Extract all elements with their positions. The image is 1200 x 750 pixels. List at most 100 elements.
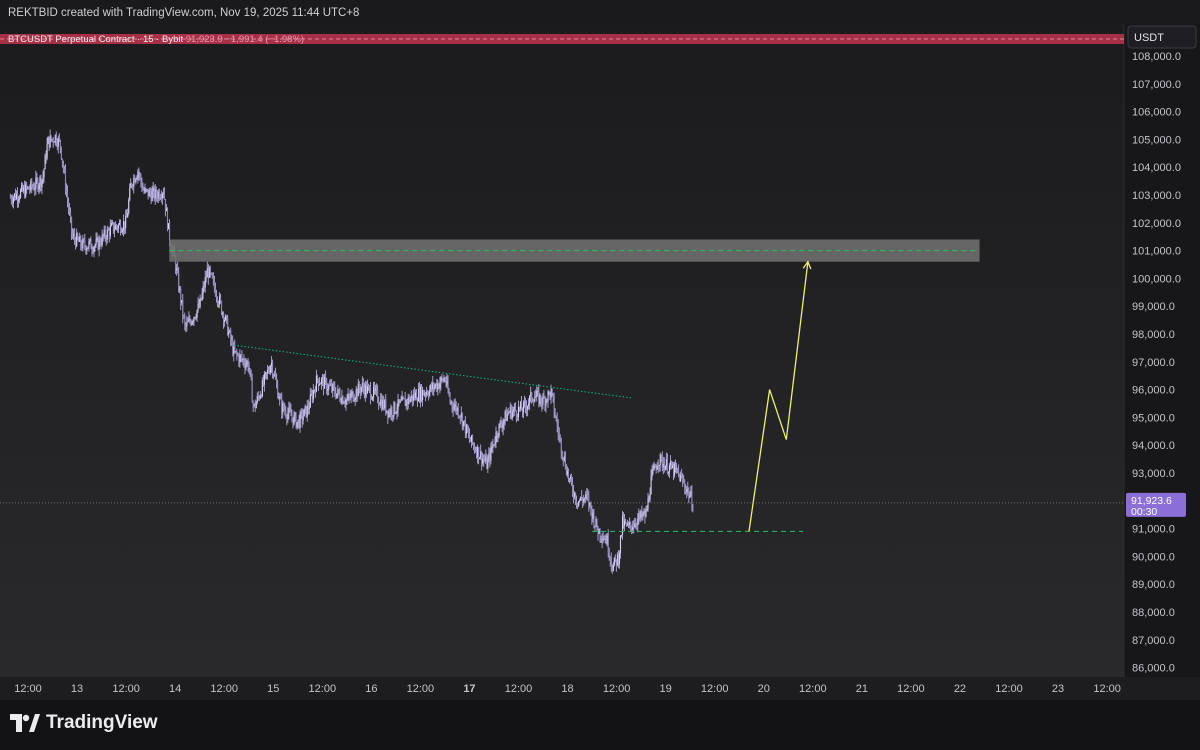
price-tick-label: 88,000.0 xyxy=(1132,607,1175,619)
candle-body xyxy=(388,411,390,417)
tradingview-logo[interactable]: TradingView xyxy=(10,712,158,734)
candle-body xyxy=(309,394,311,408)
candle-body xyxy=(680,474,682,482)
candle-body xyxy=(279,396,281,399)
candle-body xyxy=(285,411,287,417)
candle-body xyxy=(123,221,125,231)
candle-body xyxy=(208,267,210,278)
candle-body xyxy=(607,535,609,553)
candle-body xyxy=(409,398,411,403)
candle-body xyxy=(86,248,88,252)
candle-body xyxy=(616,554,618,566)
candle-body xyxy=(420,387,423,401)
candle-body xyxy=(536,391,538,397)
candle-body xyxy=(523,402,525,413)
candle-body xyxy=(692,507,694,510)
candle-body xyxy=(433,383,435,389)
candle-body xyxy=(355,389,357,399)
candle-body xyxy=(60,146,62,159)
candle-body xyxy=(333,384,335,388)
candle-body xyxy=(418,388,421,401)
candle-body xyxy=(95,239,97,246)
candle-body xyxy=(206,268,208,278)
credit-text: REKTBID created with TradingView.com, No… xyxy=(8,7,360,19)
candle-body xyxy=(465,424,467,434)
candle-body xyxy=(490,446,492,461)
candle-body xyxy=(562,457,564,461)
candle-body xyxy=(665,459,667,466)
candle-body xyxy=(81,245,83,249)
candle-body xyxy=(469,439,472,442)
candle-body xyxy=(248,368,250,370)
candle-body xyxy=(634,523,636,528)
candle-body xyxy=(289,407,291,411)
candle-body xyxy=(74,234,76,240)
candle-body xyxy=(24,187,26,197)
candle-body xyxy=(435,383,437,387)
candle-body xyxy=(298,419,300,428)
candle-body xyxy=(220,296,222,302)
candle-body xyxy=(548,391,550,393)
candle-body xyxy=(393,402,395,416)
candle-body xyxy=(62,163,64,170)
candle-body xyxy=(456,407,458,412)
candle-body xyxy=(513,406,515,410)
candle-body xyxy=(623,515,625,527)
candle-body xyxy=(639,513,641,518)
candle-body xyxy=(140,175,142,183)
candle-body xyxy=(554,412,556,417)
candle-body xyxy=(88,241,90,248)
candle-body xyxy=(278,397,280,399)
candle-body xyxy=(503,419,505,424)
candle-body xyxy=(283,403,285,410)
candle-body xyxy=(414,392,416,398)
candle-body xyxy=(125,215,127,229)
candle-body xyxy=(312,390,314,400)
candle-body xyxy=(255,402,257,409)
candle-body xyxy=(185,324,187,327)
candle-body xyxy=(544,397,546,406)
candle-body xyxy=(202,285,204,293)
price-tick-label: 96,000.0 xyxy=(1132,385,1175,397)
candle-body xyxy=(92,250,94,252)
legend-price: 91,923.9 −1,991.4 (−1.98%) xyxy=(186,34,304,45)
candle-body xyxy=(373,386,375,398)
candle-body xyxy=(66,192,69,201)
candle-body xyxy=(84,240,86,247)
candle-body xyxy=(160,197,162,199)
candle-body xyxy=(441,377,443,379)
candle-body xyxy=(507,412,509,414)
candle-body xyxy=(618,553,621,564)
candle-body xyxy=(592,512,594,520)
candle-body xyxy=(304,406,306,409)
candle-body xyxy=(113,229,116,232)
candle-body xyxy=(405,400,407,406)
candle-body xyxy=(660,454,662,458)
candle-body xyxy=(583,499,585,503)
candle-body xyxy=(228,331,230,335)
candle-body xyxy=(190,321,192,325)
logo-text: TradingView xyxy=(46,712,158,733)
candle-body xyxy=(67,200,70,210)
candle-body xyxy=(311,393,313,400)
candle-body xyxy=(222,313,224,314)
candle-body xyxy=(122,230,124,232)
price-tick-label: 98,000.0 xyxy=(1132,329,1175,341)
candle-body xyxy=(326,379,328,391)
symbol-legend[interactable]: BTCUSDT Perpetual Contract · 15 · Bybit … xyxy=(8,34,304,45)
candle-body xyxy=(99,239,101,245)
candle-body xyxy=(564,456,566,468)
candle-body xyxy=(146,189,148,191)
candle-body xyxy=(514,406,516,411)
candle-body xyxy=(87,247,89,249)
candle-body xyxy=(381,399,383,410)
candle-body xyxy=(636,524,638,526)
candle-body xyxy=(491,446,493,448)
candle-body xyxy=(94,245,96,248)
price-chart[interactable]: USDT 86,000.0 87,000.0 88,000.0 89,000.0 90,0… xyxy=(0,24,1200,700)
candle-body xyxy=(184,316,186,325)
time-tick-label: 12:00 xyxy=(603,683,631,695)
candle-body xyxy=(33,187,35,190)
candle-body xyxy=(644,511,646,517)
candle-body xyxy=(473,443,475,446)
